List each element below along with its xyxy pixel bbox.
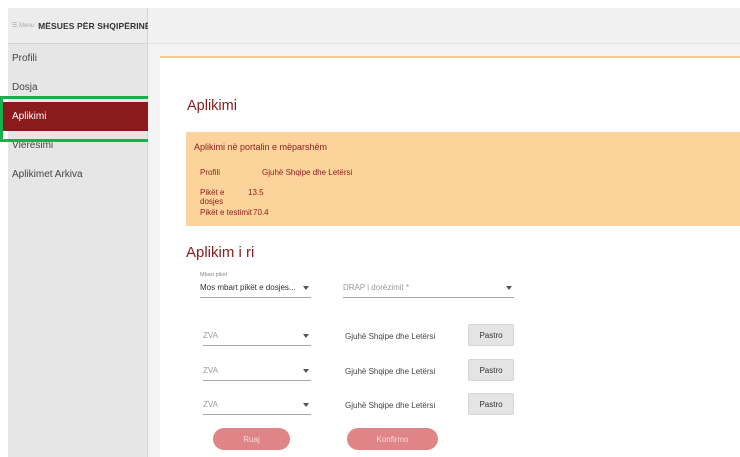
sidebar-item-vleresimi[interactable]: Vlerësimi (8, 131, 147, 160)
zva-select[interactable]: ZVA (203, 395, 311, 415)
chevron-down-icon (303, 285, 309, 290)
info-value: 70.4 (253, 208, 269, 217)
subject-label: Gjuhë Shqipe dhe Letërsi (345, 401, 436, 410)
new-application-title: Aplikim i ri (186, 244, 255, 261)
konfirmo-button[interactable]: Konfirmo (347, 428, 438, 450)
info-value: 13.5 (248, 188, 264, 197)
zva-placeholder: ZVA (203, 366, 218, 375)
previous-application-title: Aplikimi në portalin e mëparshëm (194, 142, 328, 152)
info-key: Pikët e testimit (200, 208, 253, 217)
top-bar (148, 8, 740, 44)
brand-title: MËSUES PËR SHQIPËRINË (38, 20, 151, 31)
page-title: Aplikimi (187, 98, 237, 114)
main-area: Aplikimi Aplikimi në portalin e mëparshë… (148, 44, 740, 457)
sidebar: ☰ Menu MËSUES PËR SHQIPËRINË Profili Dos… (0, 8, 151, 457)
chevron-down-icon (303, 402, 309, 407)
subject-label: Gjuhë Shqipe dhe Letërsi (345, 367, 436, 376)
content-card: Aplikimi Aplikimi në portalin e mëparshë… (160, 56, 740, 457)
drap-placeholder: DRAP i dorëzimit * (343, 283, 410, 292)
sidebar-item-profili[interactable]: Profili (8, 44, 147, 73)
info-value: Gjuhë Shqipe dhe Letërsi (262, 168, 353, 177)
zva-placeholder: ZVA (203, 400, 218, 409)
ruaj-button[interactable]: Ruaj (213, 428, 290, 450)
info-row: Profili Gjuhë Shqipe dhe Letërsi (200, 168, 352, 177)
zva-select[interactable]: ZVA (203, 326, 311, 346)
subject-label: Gjuhë Shqipe dhe Letërsi (345, 332, 436, 341)
info-row: Pikët e dosjes 13.5 (200, 188, 264, 206)
mbart-value: Mos mbart pikët e dosjes... (200, 283, 296, 292)
pastro-button[interactable]: Pastro (468, 324, 514, 346)
sidebar-item-aplikimi[interactable]: Aplikimi (0, 102, 148, 131)
pastro-button[interactable]: Pastro (468, 393, 514, 415)
mbart-select[interactable]: Mos mbart pikët e dosjes... (200, 278, 311, 298)
chevron-down-icon (506, 285, 512, 290)
info-row: Pikët e testimit 70.4 (200, 208, 269, 217)
info-key: Profili (200, 168, 221, 177)
previous-application-box: Aplikimi në portalin e mëparshëm Profili… (186, 132, 740, 226)
chevron-down-icon (303, 368, 309, 373)
zva-select[interactable]: ZVA (203, 361, 311, 381)
brand-mark: ☰ Menu (12, 23, 35, 29)
sidebar-item-aplikimet-arkiva[interactable]: Aplikimet Arkiva (8, 160, 147, 189)
drap-select[interactable]: DRAP i dorëzimit * (343, 278, 514, 298)
pastro-button[interactable]: Pastro (468, 359, 514, 381)
chevron-down-icon (303, 333, 309, 338)
info-key: Pikët e dosjes (200, 188, 225, 206)
sidebar-item-dosja[interactable]: Dosja (8, 73, 147, 102)
zva-placeholder: ZVA (203, 331, 218, 340)
brand-header: ☰ Menu MËSUES PËR SHQIPËRINË (8, 8, 151, 44)
